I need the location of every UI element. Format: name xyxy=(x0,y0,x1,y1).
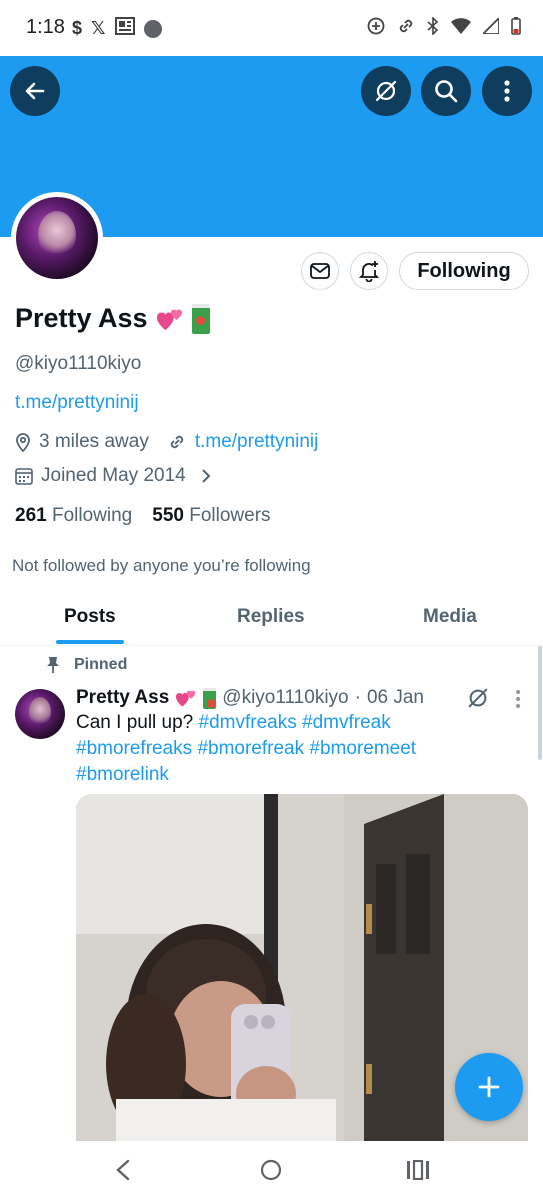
juice-box-emoji xyxy=(191,303,210,334)
notification-dot-icon xyxy=(143,19,162,38)
status-bar: 1:18 $ 𝕏 xyxy=(0,0,543,56)
follow-counts: 261 Following 550 Followers xyxy=(15,505,271,527)
hashtag-link[interactable]: #bmorefreaks xyxy=(76,738,192,759)
post-date[interactable]: 06 Jan xyxy=(367,687,424,709)
following-button-label: Following xyxy=(417,259,511,282)
hashtag-link[interactable]: #bmoremeet xyxy=(309,738,416,759)
add-circle-icon xyxy=(367,17,385,35)
status-right-icons xyxy=(367,17,521,35)
more-options-button[interactable] xyxy=(482,66,532,116)
active-tab-indicator xyxy=(56,640,124,644)
followers-count: 550 xyxy=(152,505,184,526)
profile-tabs: Posts Replies Media xyxy=(0,590,543,646)
following-count: 261 xyxy=(15,505,47,526)
profile-meta-row: 3 miles away t.me/prettyninij xyxy=(15,431,318,453)
followers-count-label: Followers xyxy=(189,505,271,526)
post-more-icon[interactable] xyxy=(514,689,522,709)
grok-button[interactable] xyxy=(361,66,411,116)
post-author-handle: @kiyo1110kiyo xyxy=(222,687,349,708)
nav-recents-icon[interactable] xyxy=(406,1160,430,1180)
search-icon xyxy=(435,80,458,103)
bell-plus-icon xyxy=(358,261,380,282)
hashtag-link[interactable]: #bmorefreak xyxy=(197,738,304,759)
more-vertical-icon xyxy=(504,80,510,102)
pinned-indicator: Pinned xyxy=(46,656,127,674)
two-hearts-emoji xyxy=(176,690,196,707)
plus-icon xyxy=(478,1076,500,1098)
signal-icon xyxy=(483,18,499,34)
pin-icon xyxy=(47,657,59,673)
chevron-right-icon xyxy=(202,469,211,483)
avatar-image xyxy=(16,197,98,279)
back-button[interactable] xyxy=(10,66,60,116)
hashtag-link[interactable]: #dmvfreaks xyxy=(199,712,297,733)
post-text: Can I pull up? #dmvfreaks #dmvfreak #bmo… xyxy=(76,710,496,788)
back-arrow-icon xyxy=(25,82,45,100)
news-icon xyxy=(114,17,135,40)
status-time: 1:18 xyxy=(26,16,65,38)
post-text-plain: Can I pull up? xyxy=(76,712,194,733)
battery-icon xyxy=(511,17,521,35)
message-button[interactable] xyxy=(301,252,339,290)
calendar-icon xyxy=(15,468,33,485)
nav-home-icon[interactable] xyxy=(260,1159,282,1181)
grok-icon xyxy=(375,80,397,102)
post-header: Pretty Ass @kiyo1110kiyo · 06 Jan xyxy=(76,687,424,709)
following-count-label: Following xyxy=(51,505,133,526)
link-icon xyxy=(399,19,413,33)
following-count-link[interactable]: 261 Following xyxy=(15,505,132,527)
juice-box-emoji xyxy=(203,687,217,709)
joined-text: Joined May 2014 xyxy=(41,465,186,486)
scrollbar[interactable] xyxy=(538,646,542,760)
website-link[interactable]: t.me/prettyninij xyxy=(195,431,319,453)
location-text: 3 miles away xyxy=(39,431,149,452)
profile-avatar[interactable] xyxy=(11,192,103,284)
tab-posts[interactable]: Posts xyxy=(64,606,116,628)
post-author-avatar[interactable] xyxy=(15,689,65,739)
profile-name-text: Pretty Ass xyxy=(15,303,148,333)
hashtag-link[interactable]: #dmvfreak xyxy=(302,712,391,733)
following-button[interactable]: Following xyxy=(399,252,529,290)
tab-replies[interactable]: Replies xyxy=(237,606,305,628)
profile-handle: @kiyo1110kiyo xyxy=(15,353,142,374)
mail-icon xyxy=(310,263,330,279)
status-left-icons: $ 𝕏 xyxy=(72,17,162,40)
search-button[interactable] xyxy=(421,66,471,116)
notifications-button[interactable] xyxy=(350,252,388,290)
link-icon xyxy=(170,435,184,449)
hashtag-link[interactable]: #bmorelink xyxy=(76,764,169,785)
not-followed-text: Not followed by anyone you’re following xyxy=(12,556,311,575)
dollar-icon: $ xyxy=(72,18,83,38)
followers-count-link[interactable]: 550 Followers xyxy=(152,505,270,527)
bluetooth-icon xyxy=(427,17,439,35)
grok-post-icon[interactable] xyxy=(466,686,490,710)
compose-button[interactable] xyxy=(455,1053,523,1121)
tab-media[interactable]: Media xyxy=(423,606,477,628)
location-icon xyxy=(16,433,30,452)
post-separator: · xyxy=(354,687,361,708)
nav-back-icon[interactable] xyxy=(115,1159,131,1181)
two-hearts-emoji xyxy=(156,309,182,330)
bio-link[interactable]: t.me/prettyninij xyxy=(15,392,139,414)
pinned-label: Pinned xyxy=(74,656,128,673)
post-author-name[interactable]: Pretty Ass xyxy=(76,687,169,709)
joined-row[interactable]: Joined May 2014 xyxy=(15,465,212,487)
system-nav-bar xyxy=(0,1141,543,1200)
profile-name: Pretty Ass xyxy=(15,303,210,334)
x-icon: 𝕏 xyxy=(91,18,106,38)
wifi-icon xyxy=(451,18,471,34)
